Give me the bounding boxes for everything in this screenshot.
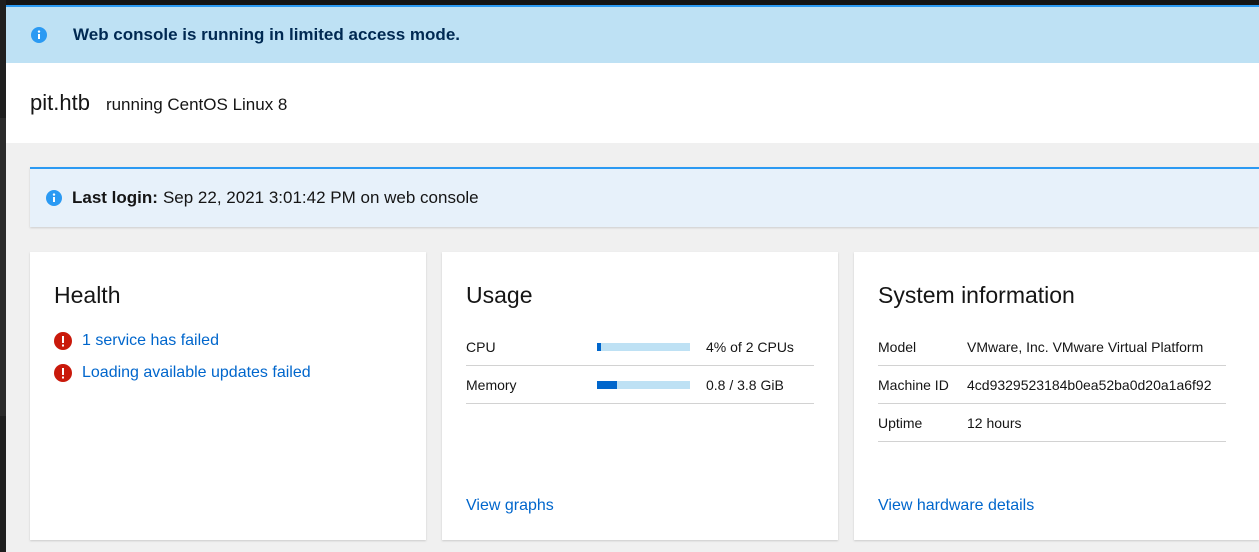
cockpit-overview: Web console is running in limited access… (6, 0, 1259, 552)
sysinfo-value: VMware, Inc. VMware Virtual Platform (967, 338, 1204, 355)
memory-progress-bar (597, 380, 690, 389)
usage-value: 4% of 2 CPUs (706, 338, 794, 355)
system-information-card: System information Model VMware, Inc. VM… (854, 252, 1259, 540)
view-hardware-details-link[interactable]: View hardware details (878, 497, 1034, 515)
error-icon (54, 364, 72, 382)
banner-text: Web console is running in limited access… (73, 25, 460, 44)
sysinfo-label: Uptime (878, 414, 923, 431)
usage-label: Memory (466, 376, 517, 393)
sysinfo-label: Machine ID (878, 376, 949, 393)
updates-failed-link[interactable]: Loading available updates failed (82, 364, 311, 382)
usage-value: 0.8 / 3.8 GiB (706, 376, 784, 393)
health-item: Loading available updates failed (54, 364, 311, 382)
os-description: running CentOS Linux 8 (105, 94, 288, 114)
cpu-progress-bar (597, 342, 690, 351)
top-border (6, 0, 1259, 7)
info-icon (31, 27, 47, 43)
usage-row-cpu: CPU 4% of 2 CPUs (466, 328, 814, 366)
page-header: pit.htb running CentOS Linux 8 (6, 63, 1259, 143)
error-icon (54, 332, 72, 350)
health-card: Health 1 service has failed Loading avai… (30, 252, 426, 540)
sysinfo-value: 12 hours (967, 414, 1022, 431)
health-title: Health (54, 282, 121, 308)
limited-access-banner: Web console is running in limited access… (6, 7, 1259, 63)
last-login-value: Sep 22, 2021 3:01:42 PM on web console (162, 188, 479, 207)
last-login-label: Last login: (72, 188, 158, 207)
usage-title: Usage (466, 282, 533, 308)
sysinfo-row-machine-id: Machine ID 4cd9329523184b0ea52ba0d20a1a6… (878, 366, 1226, 404)
sysinfo-row-uptime: Uptime 12 hours (878, 404, 1226, 442)
health-item: 1 service has failed (54, 332, 219, 350)
sysinfo-row-model: Model VMware, Inc. VMware Virtual Platfo… (878, 328, 1226, 366)
sysinfo-value: 4cd9329523184b0ea52ba0d20a1a6f92 (967, 376, 1212, 393)
usage-row-memory: Memory 0.8 / 3.8 GiB (466, 366, 814, 404)
failed-service-link[interactable]: 1 service has failed (82, 332, 219, 350)
usage-label: CPU (466, 338, 496, 355)
info-icon (46, 190, 62, 206)
usage-card: Usage CPU 4% of 2 CPUs Memory 0.8 / 3.8 … (442, 252, 838, 540)
view-graphs-link[interactable]: View graphs (466, 497, 554, 515)
sysinfo-label: Model (878, 338, 917, 355)
system-information-title: System information (878, 282, 1075, 308)
last-login-alert: Last login: Sep 22, 2021 3:01:42 PM on w… (30, 167, 1259, 227)
hostname: pit.htb (30, 90, 90, 115)
